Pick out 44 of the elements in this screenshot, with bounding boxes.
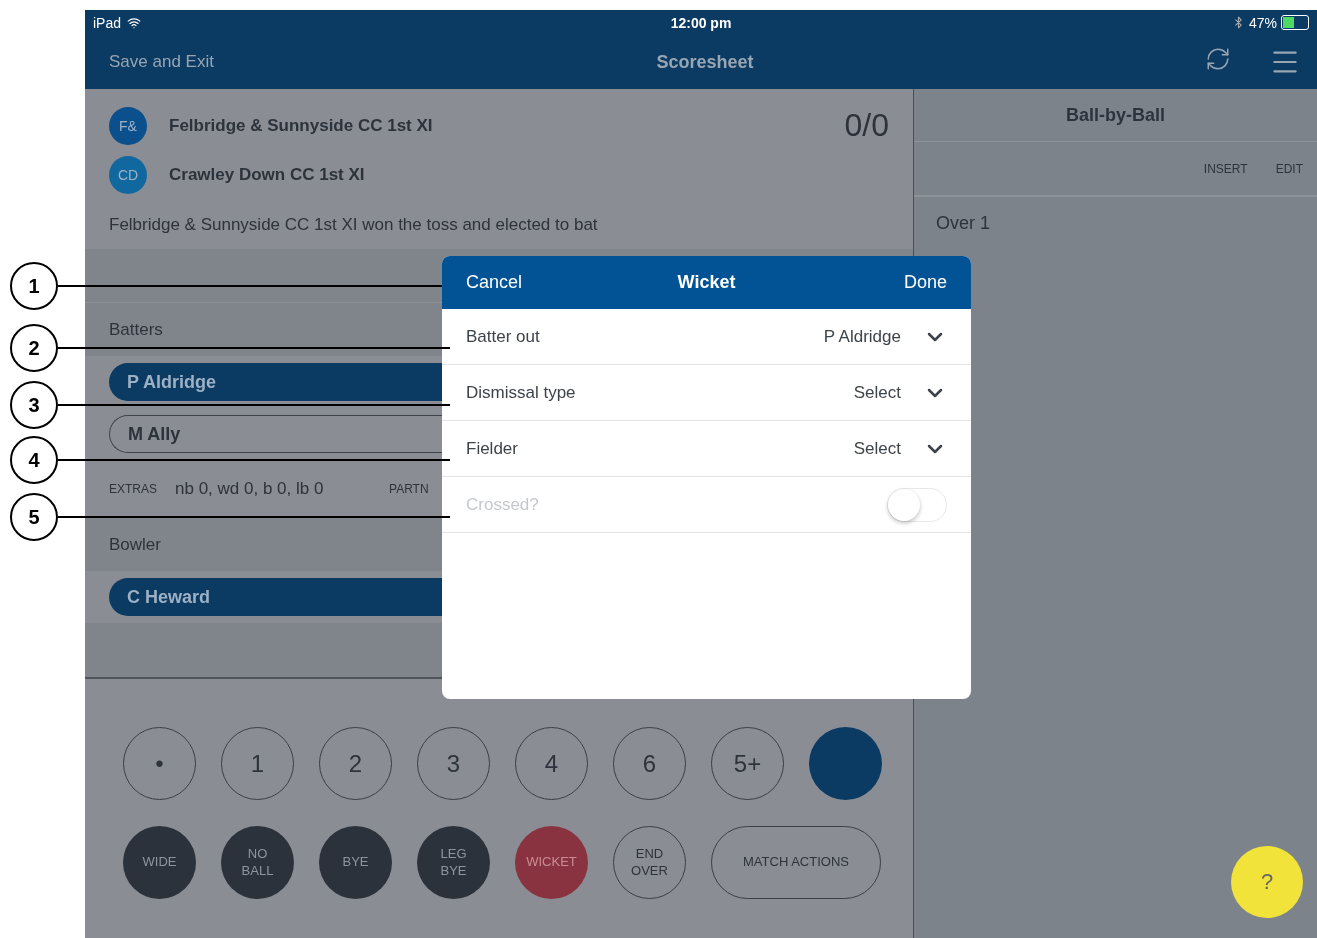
battery-percent: 47% — [1248, 14, 1277, 31]
score: 0/0 — [844, 107, 889, 144]
over-label: Over 1 — [935, 212, 992, 235]
panel-title: Ball-by-Ball — [914, 89, 1317, 142]
save-exit-link[interactable]: Save and Exit — [109, 52, 214, 72]
refresh-icon[interactable] — [1205, 46, 1231, 72]
select-dropdown[interactable]: Select — [853, 380, 947, 405]
action-button[interactable]: BYE — [319, 826, 392, 899]
extras-value: nb 0, wd 0, b 0, lb 0 — [175, 479, 325, 499]
field-label: Batter out — [466, 326, 541, 347]
field-label: Crossed? — [466, 494, 540, 515]
callout-number: 5 — [10, 493, 58, 541]
select-dropdown[interactable]: P Aldridge — [823, 324, 947, 349]
clock-time: 12:00 pm — [670, 14, 732, 31]
team-badge: F& — [109, 106, 147, 145]
action-button[interactable]: WICKET — [515, 826, 588, 899]
action-button[interactable]: LEG BYE — [417, 826, 490, 899]
section-label: Batters — [109, 319, 163, 340]
field-label: Fielder — [466, 438, 519, 459]
select-dropdown[interactable]: Select — [853, 436, 947, 461]
team-name: Felbridge & Sunnyside CC 1st XI — [169, 115, 434, 136]
device-name: iPad — [93, 14, 122, 31]
callout-number: 1 — [10, 262, 58, 310]
dialog-title: Wicket — [677, 272, 736, 293]
section-label: Bowler — [109, 534, 161, 555]
done-button[interactable]: Done — [903, 272, 947, 293]
help-button[interactable]: ? — [1231, 846, 1303, 918]
team-name: Crawley Down CC 1st XI — [169, 164, 366, 185]
field-label: Dismissal type — [466, 382, 577, 403]
action-button[interactable]: NO BALL — [221, 826, 294, 899]
partnership-label: PARTN — [389, 482, 429, 496]
toss-text: Felbridge & Sunnyside CC 1st XI won the toss and elected to bat — [109, 215, 599, 235]
wifi-icon — [127, 15, 142, 30]
cancel-button[interactable]: Cancel — [466, 272, 523, 293]
extras-label: EXTRAS — [109, 482, 157, 496]
callout-number: 4 — [10, 436, 58, 484]
panel-action-button[interactable]: EDIT — [1275, 161, 1303, 176]
battery-icon — [1281, 15, 1309, 30]
panel-action-button[interactable]: INSERT — [1203, 161, 1248, 176]
callout-number: 2 — [10, 324, 58, 372]
callout-number: 3 — [10, 381, 58, 429]
action-button[interactable]: WIDE — [123, 826, 196, 899]
team-badge: CD — [109, 155, 147, 194]
screen-title: Scoresheet — [656, 51, 754, 73]
